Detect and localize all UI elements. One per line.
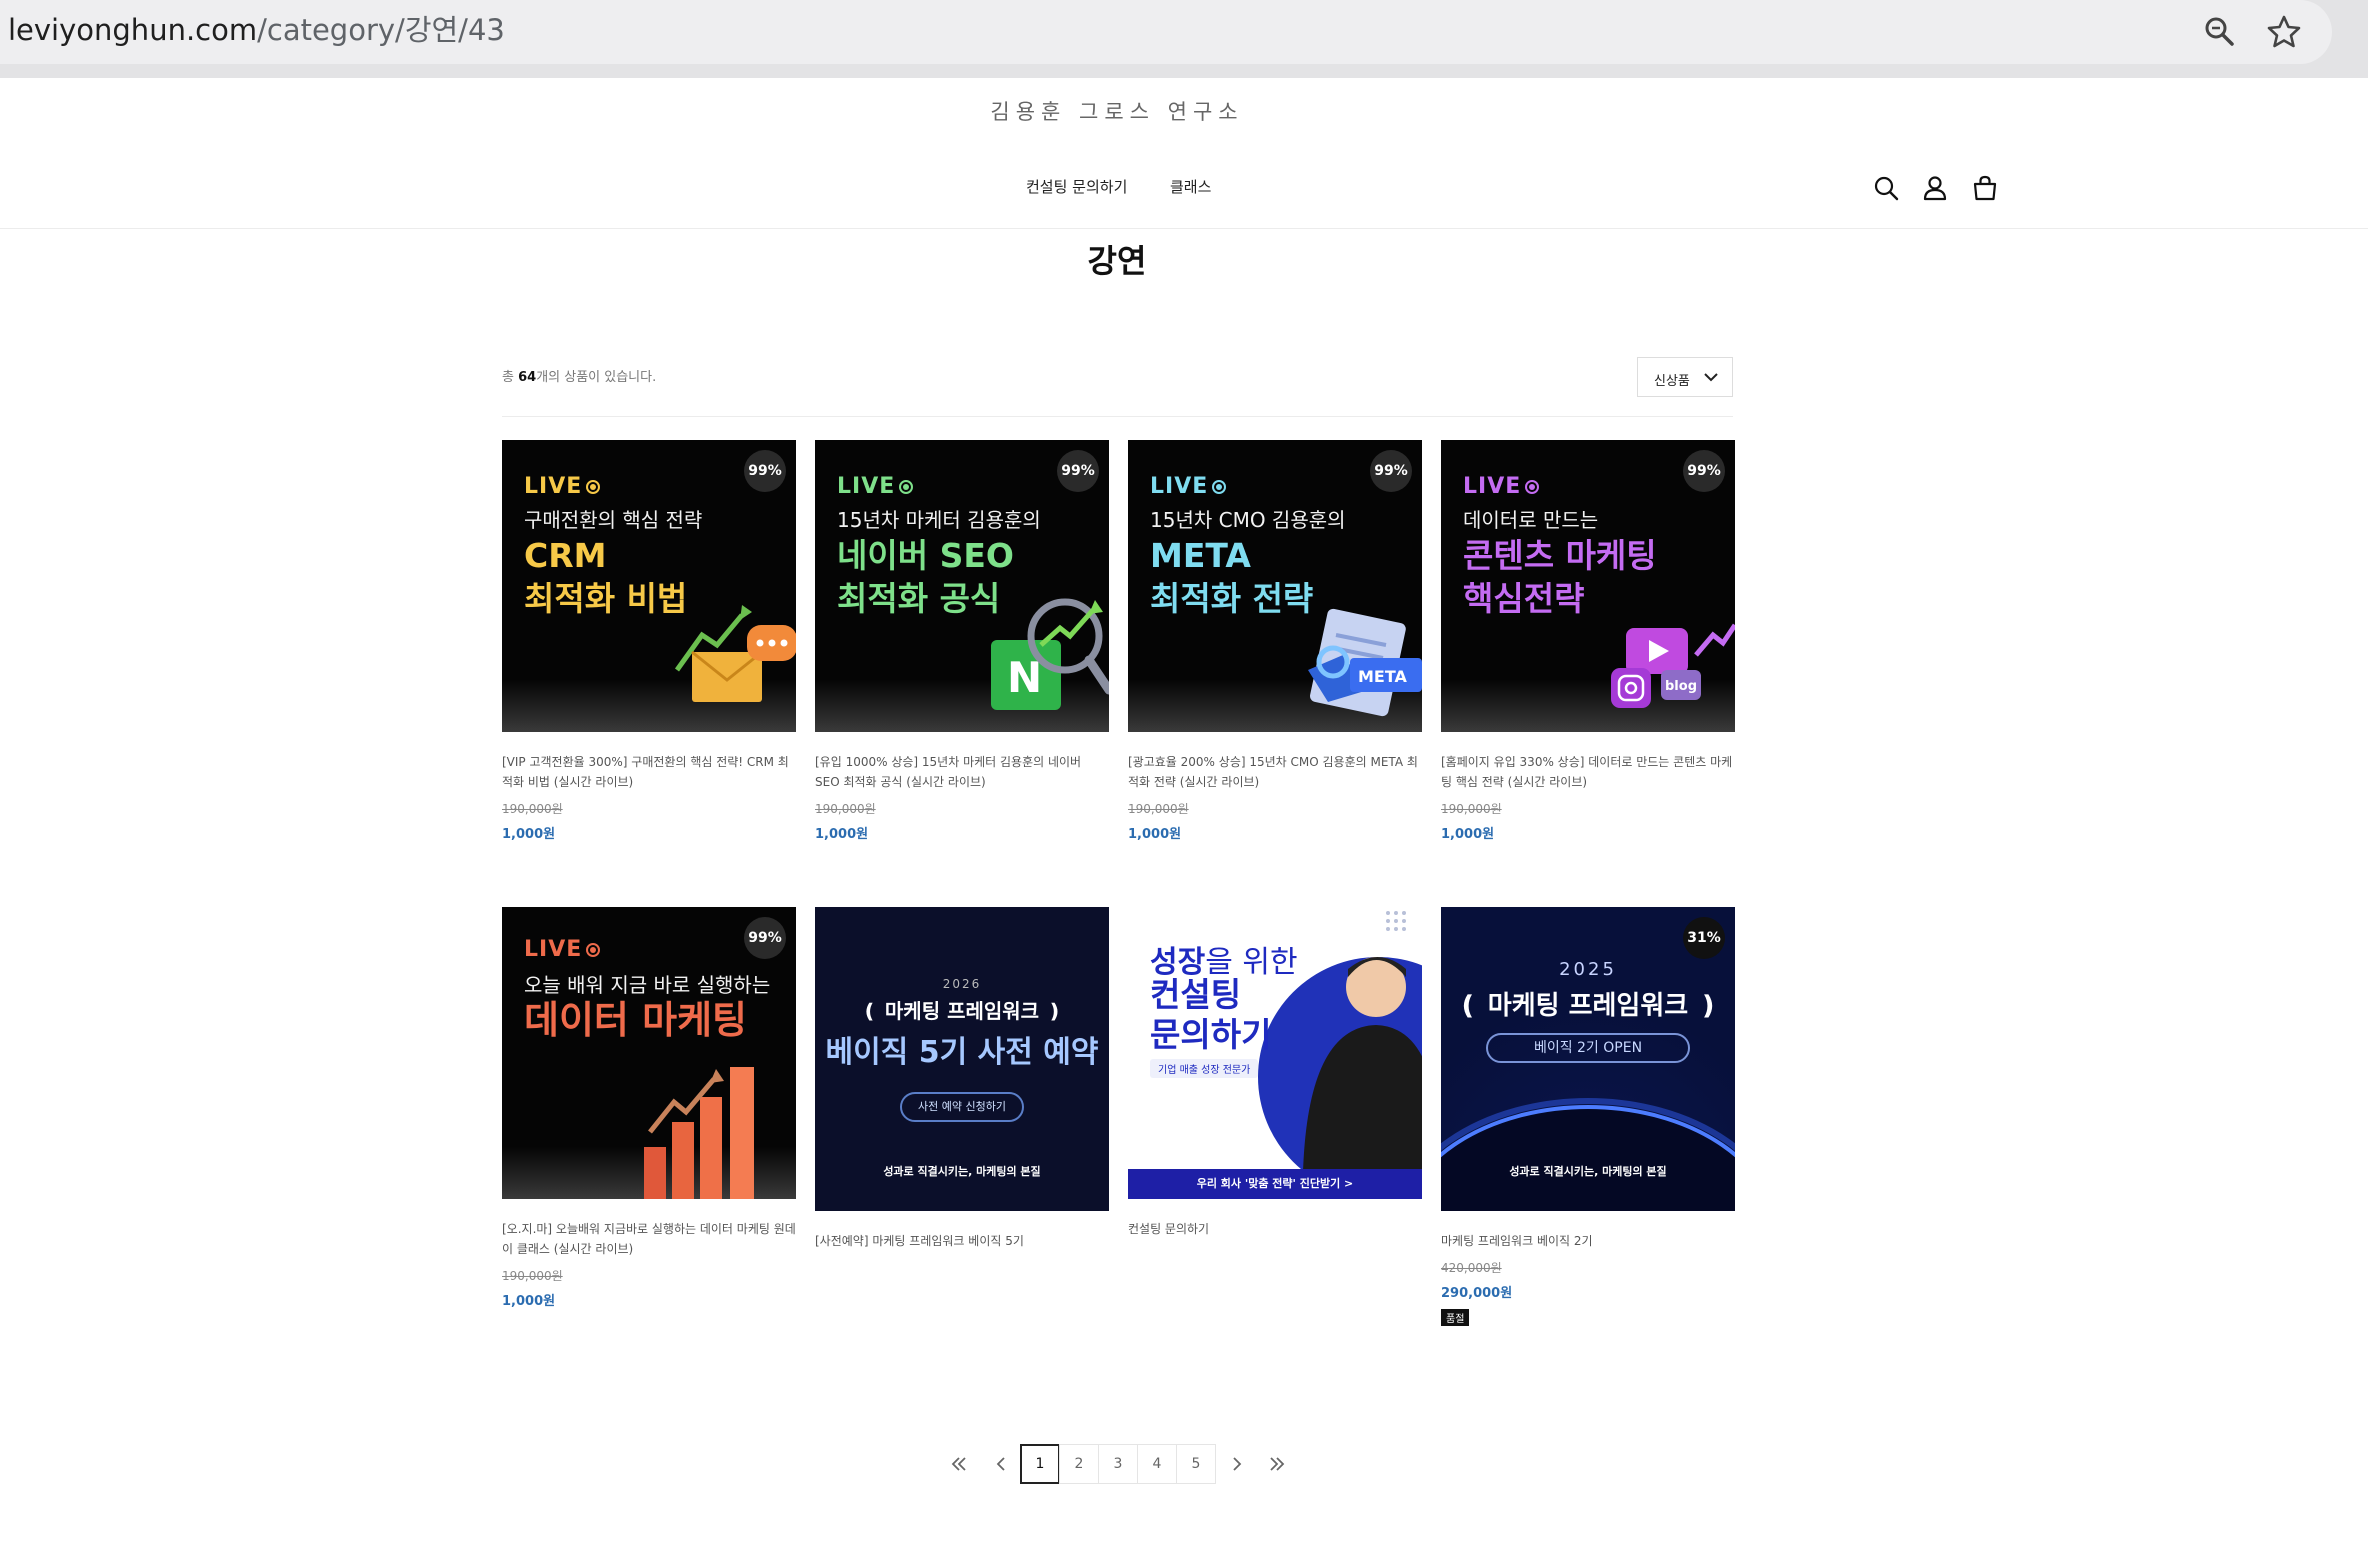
thumb-tagline: 성과로 직결시키는, 마케팅의 본질	[1509, 1165, 1667, 1178]
star-icon[interactable]	[2264, 12, 2304, 52]
thumb-year: 2025	[1559, 959, 1617, 980]
thumb-headline: CRM 최적화 비법	[524, 536, 688, 618]
first-page-icon[interactable]	[950, 1456, 968, 1472]
thumb-headline: 네이버 SEO 최적화 공식	[837, 536, 1014, 618]
cart-icon[interactable]	[1971, 174, 1999, 202]
sale-price: 1,000원	[502, 1294, 556, 1309]
original-price: 190,000원	[1128, 802, 1189, 816]
address-bar[interactable]: leviyonghun.com/category/강연/43	[0, 0, 2332, 64]
product-thumbnail[interactable]: blog 99% LIVE 데이터로 만드는 콘텐츠 마케팅 핵심전략	[1441, 440, 1735, 732]
original-price: 190,000원	[1441, 802, 1502, 816]
original-price: 190,000원	[815, 802, 876, 816]
thumb-big: 베이직 5기 사전 예약	[825, 1035, 1099, 1070]
product-thumbnail[interactable]: 99% LIVE 구매전환의 핵심 전략 CRM 최적화 비법	[502, 440, 796, 732]
page-5[interactable]: 5	[1176, 1444, 1216, 1484]
thumb-headline: 데이터 마케팅	[524, 998, 747, 1042]
product-card[interactable]: blog 99% LIVE 데이터로 만드는 콘텐츠 마케팅 핵심전략 [홈페이지…	[1441, 440, 1735, 842]
site-logo[interactable]: 김용훈 그로스 연구소	[0, 96, 2234, 126]
live-label: LIVE	[1463, 474, 1540, 499]
prev-page-icon[interactable]	[992, 1456, 1010, 1472]
page-1[interactable]: 1	[1020, 1444, 1060, 1484]
thumb-subtitle: 구매전환의 핵심 전략	[524, 508, 703, 532]
thumb-banner: 우리 회사 '맞춤 전략' 진단받기 >	[1196, 1177, 1354, 1190]
sort-select[interactable]: 신상품	[1637, 357, 1733, 397]
meta-art-label: META	[1358, 667, 1408, 686]
sale-price: 1,000원	[815, 827, 869, 842]
live-label: LIVE	[524, 937, 601, 962]
product-card[interactable]: META 99% LIVE 15년차 CMO 김용훈의 META 최적화 전략 […	[1128, 440, 1422, 842]
product-card[interactable]: N 99% LIVE 15년차 마케터 김용훈의 네이버 SEO 최적화 공식 […	[815, 440, 1109, 842]
product-card[interactable]: 31% 2025 ❪ 마케팅 프레임워크 ❫ 베이직 2기 OPEN 성과로 직…	[1441, 907, 1735, 1326]
live-label: LIVE	[524, 474, 601, 499]
thumb-pill: 사전 예약 신청하기	[900, 1092, 1024, 1122]
thumb-pill: 베이직 2기 OPEN	[1486, 1033, 1690, 1063]
original-price: 190,000원	[502, 1269, 563, 1283]
product-thumbnail[interactable]: 31% 2025 ❪ 마케팅 프레임워크 ❫ 베이직 2기 OPEN 성과로 직…	[1441, 907, 1735, 1211]
thumb-headline: ❪ 마케팅 프레임워크 ❫	[1456, 991, 1720, 1021]
product-title[interactable]: 마케팅 프레임워크 베이직 2기	[1441, 1231, 1735, 1251]
discount-badge: 31%	[1683, 917, 1725, 959]
product-card[interactable]: 성장을 위한 컨설팅 문의하기 기업 매출 성장 전문가 우리 회사 '맞춤 전략…	[1128, 907, 1422, 1239]
list-divider	[502, 416, 1733, 417]
product-card[interactable]: 2026 ❪ 마케팅 프레임워크 ❫ 베이직 5기 사전 예약 사전 예약 신청…	[815, 907, 1109, 1251]
blog-art-label: blog	[1665, 679, 1697, 694]
chevron-down-icon	[1704, 373, 1718, 382]
product-thumbnail[interactable]: 2026 ❪ 마케팅 프레임워크 ❫ 베이직 5기 사전 예약 사전 예약 신청…	[815, 907, 1109, 1211]
discount-badge: 99%	[1370, 450, 1412, 492]
thumb-year: 2026	[942, 977, 982, 991]
thumb-subtitle: 15년차 CMO 김용훈의	[1150, 508, 1346, 532]
thumb-subtitle: 15년차 마케터 김용훈의	[837, 508, 1041, 532]
original-price: 420,000원	[1441, 1261, 1502, 1275]
thumb-headline: 콘텐츠 마케팅 핵심전략	[1463, 536, 1657, 618]
product-title[interactable]: [오.지.마] 오늘배워 지금바로 실행하는 데이터 마케팅 원데이 클래스 (…	[502, 1219, 796, 1259]
product-thumbnail[interactable]: META 99% LIVE 15년차 CMO 김용훈의 META 최적화 전략	[1128, 440, 1422, 732]
page-2[interactable]: 2	[1059, 1444, 1099, 1484]
product-card[interactable]: 99% LIVE 오늘 배워 지금 바로 실행하는 데이터 마케팅 [오.지.마…	[502, 907, 796, 1309]
page-4[interactable]: 4	[1137, 1444, 1177, 1484]
user-icon[interactable]	[1921, 174, 1949, 202]
last-page-icon[interactable]	[1268, 1456, 1286, 1472]
thumb-subtitle: 오늘 배워 지금 바로 실행하는	[524, 973, 771, 997]
sale-price: 1,000원	[502, 827, 556, 842]
nav-class[interactable]: 클래스	[1170, 176, 1211, 198]
product-title[interactable]: [유입 1000% 상승] 15년차 마케터 김용훈의 네이버 SEO 최적화 …	[815, 752, 1109, 792]
zoom-icon[interactable]	[2200, 12, 2240, 52]
product-title[interactable]: [광고효율 200% 상승] 15년차 CMO 김용훈의 META 최적화 전략…	[1128, 752, 1422, 792]
product-title[interactable]: [홈페이지 유입 330% 상승] 데이터로 만드는 콘텐츠 마케팅 핵심 전략…	[1441, 752, 1735, 792]
thumb-headline: META 최적화 전략	[1150, 536, 1314, 618]
product-title[interactable]: [VIP 고객전환율 300%] 구매전환의 핵심 전략! CRM 최적화 비법…	[502, 752, 796, 792]
product-title[interactable]: 컨설팅 문의하기	[1128, 1219, 1422, 1239]
browser-toolbar: leviyonghun.com/category/강연/43	[0, 0, 2368, 78]
thumb-big: 컨설팅 문의하기	[1150, 975, 1272, 1054]
thumb-tagline: 성과로 직결시키는, 마케팅의 본질	[883, 1165, 1041, 1178]
product-count: 총 64개의 상품이 있습니다.	[502, 370, 657, 385]
thumb-chip: 기업 매출 성장 전문가	[1150, 1059, 1259, 1078]
sort-label: 신상품	[1654, 374, 1690, 389]
discount-badge: 99%	[1057, 450, 1099, 492]
header-divider	[0, 228, 2368, 229]
discount-badge: 99%	[744, 917, 786, 959]
nav-consulting[interactable]: 컨설팅 문의하기	[1026, 176, 1127, 198]
sale-price: 1,000원	[1441, 827, 1495, 842]
next-page-icon[interactable]	[1228, 1456, 1246, 1472]
live-label: LIVE	[837, 474, 914, 499]
live-label: LIVE	[1150, 474, 1227, 499]
product-thumbnail[interactable]: 성장을 위한 컨설팅 문의하기 기업 매출 성장 전문가 우리 회사 '맞춤 전략…	[1128, 907, 1422, 1199]
search-icon[interactable]	[1872, 174, 1900, 202]
soldout-badge: 품절	[1441, 1309, 1470, 1326]
page-3[interactable]: 3	[1098, 1444, 1138, 1484]
url-text[interactable]: leviyonghun.com/category/강연/43	[8, 12, 505, 48]
thumb-headline: ❪ 마케팅 프레임워크 ❫	[861, 999, 1063, 1023]
discount-badge: 99%	[1683, 450, 1725, 492]
thumb-subtitle: 데이터로 만드는	[1463, 508, 1599, 532]
original-price: 190,000원	[502, 802, 563, 816]
product-thumbnail[interactable]: N 99% LIVE 15년차 마케터 김용훈의 네이버 SEO 최적화 공식	[815, 440, 1109, 732]
product-card[interactable]: 99% LIVE 구매전환의 핵심 전략 CRM 최적화 비법 [VIP 고객전환…	[502, 440, 796, 842]
sale-price: 1,000원	[1128, 827, 1182, 842]
page-title: 강연	[1087, 242, 1147, 280]
product-title[interactable]: [사전예약] 마케팅 프레임워크 베이직 5기	[815, 1231, 1109, 1251]
discount-badge: 99%	[744, 450, 786, 492]
sale-price: 290,000원	[1441, 1286, 1513, 1301]
product-thumbnail[interactable]: 99% LIVE 오늘 배워 지금 바로 실행하는 데이터 마케팅	[502, 907, 796, 1199]
